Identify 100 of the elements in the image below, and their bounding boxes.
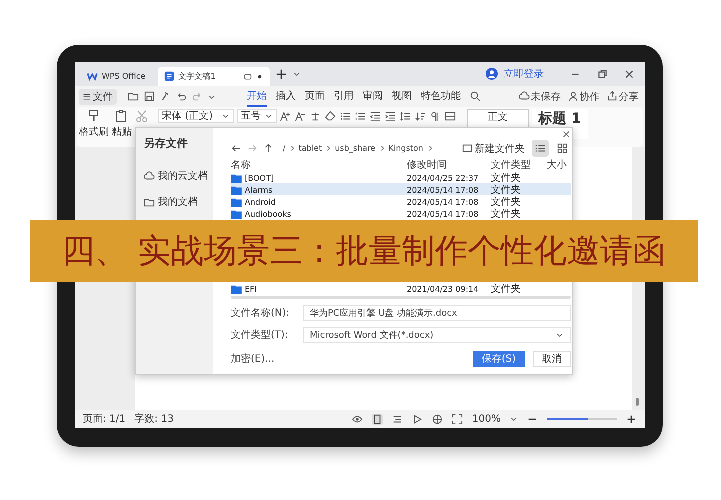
brush-icon[interactable] [160,91,171,102]
path-bar[interactable]: / tablet usb_share Kingston [279,140,455,156]
ribbon-tab[interactable]: 页面 [305,86,325,106]
outdent-icon[interactable] [370,110,381,122]
title-banner: 四、 实战场景三：批量制作个性化邀请函 [30,220,698,282]
page-view-icon[interactable] [372,414,384,424]
font-size-dropdown[interactable]: 五号 [237,109,277,123]
clipboard-icon[interactable] [115,109,129,123]
ribbon-tab[interactable]: 引用 [334,86,354,106]
search-icon[interactable] [470,91,481,102]
file-type-dropdown[interactable]: Microsoft Word 文件(*.docx) [303,327,571,343]
bullet-list-icon[interactable] [340,110,351,122]
path-segment[interactable]: usb_share [335,144,376,153]
encrypt-link[interactable]: 加密(E)... [231,352,275,366]
dot-icon [256,72,264,80]
save-icon[interactable] [144,91,155,102]
zoom-in-icon[interactable] [626,414,637,424]
scrollbar[interactable] [636,398,639,406]
column-header[interactable]: 大小 [547,158,571,172]
toolbar-action[interactable]: 分享 [607,90,639,104]
table-icon[interactable] [445,110,456,122]
ribbon-tab[interactable]: 审阅 [363,86,383,106]
format-painter-label[interactable]: 格式刷 [79,125,109,139]
document-tab[interactable]: 文字文稿1 [158,67,270,86]
caret-icon [556,331,564,339]
new-folder-button[interactable]: 新建文件夹 [460,142,527,156]
paragraph-icon[interactable] [430,110,441,122]
folder-icon [231,186,242,194]
font-dropdown[interactable]: 宋体 (正文) [158,109,234,123]
column-header[interactable]: 文件类型 [491,158,547,172]
font-grow-icon[interactable] [280,110,291,122]
ribbon-tab[interactable]: 特色功能 [421,86,461,106]
fit-screen-icon[interactable] [452,414,464,424]
person-icon [568,91,579,102]
file-row[interactable]: Audiobooks 2024/05/14 17:08 文件夹 [231,207,571,219]
eye-icon[interactable] [352,414,364,424]
path-segment[interactable]: / [283,144,286,153]
cancel-button[interactable]: 取消 [533,351,571,367]
file-menu-button[interactable]: 文件 [79,88,117,104]
grid-view-icon [557,143,568,154]
folder-icon[interactable] [128,91,139,102]
brush-icon[interactable] [87,109,101,123]
file-name: EFI [245,284,258,294]
document-icon [164,71,175,82]
restore-icon[interactable] [597,68,608,80]
file-name: [BOOT] [245,174,274,182]
modified-date: 2024/05/14 17:08 [407,210,480,218]
file-row[interactable]: [BOOT] 2024/04/25 22:37 文件夹 [231,171,571,183]
ribbon-tab[interactable]: 插入 [276,86,296,106]
file-row[interactable]: Android 2024/05/14 17:08 文件夹 [231,195,571,207]
menu-icon [83,92,91,100]
line-spacing-icon[interactable] [400,110,411,122]
file-row[interactable]: EFI 2021/04/23 09:14 文件夹 [231,282,571,294]
indent-icon[interactable] [385,110,396,122]
caret-icon[interactable] [510,415,518,423]
file-type: 文件夹 [491,184,522,196]
save-button[interactable]: 保存(S) [472,351,525,367]
globe-icon[interactable] [432,414,444,424]
path-segment[interactable]: tablet [298,144,322,153]
caret-icon[interactable] [292,70,301,78]
close-icon[interactable] [624,68,635,80]
sidebar-item[interactable]: 我的云文档 [144,169,205,183]
back-arrow-icon[interactable] [231,143,242,154]
file-type: 文件夹 [491,172,522,184]
paste-label[interactable]: 粘贴 [112,125,132,139]
column-header[interactable]: 修改时间 [407,158,491,172]
up-arrow-icon[interactable] [263,143,274,154]
play-icon[interactable] [412,414,424,424]
scrollbar[interactable] [231,296,571,299]
sidebar-item[interactable]: 我的文档 [144,195,205,209]
file-row[interactable]: Alarms 2024/05/14 17:08 文件夹 [231,183,571,195]
sort-icon[interactable] [415,110,426,122]
folder-icon [231,284,242,294]
column-header[interactable]: 名称 [231,158,407,172]
avatar-icon[interactable] [486,68,498,80]
share-icon [607,91,618,102]
file-name: Audiobooks [245,210,292,218]
folder-icon [144,196,155,208]
toolbar-action[interactable]: 协作 [568,90,600,104]
close-icon[interactable] [562,130,571,139]
modified-date: 2024/05/14 17:08 [407,186,480,194]
login-link[interactable]: 立即登录 [504,67,544,81]
font-shrink-icon[interactable] [295,110,306,122]
numbered-list-icon[interactable] [355,110,366,122]
ribbon-tab[interactable]: 视图 [392,86,412,106]
view-toggle[interactable] [532,140,549,157]
list-view-icon [535,143,546,154]
field-label: 文件类型(T): [231,328,290,342]
path-segment[interactable]: Kingston [388,144,424,153]
plus-icon[interactable] [276,68,287,80]
toolbar-action[interactable]: 未保存 [519,90,561,104]
undo-icon[interactable] [176,91,187,102]
zoom-level[interactable]: 100% [472,414,501,424]
file-type: 文件夹 [491,282,522,296]
word-count: 字数: 13 [134,412,174,426]
document-tab[interactable]: WPS Office [81,67,152,86]
caret-icon [265,112,273,120]
filename-field[interactable]: 华为PC应用引擎 U盘 功能演示.docx [303,305,571,321]
outline-icon[interactable] [392,414,404,424]
chevron-icon [325,145,332,152]
